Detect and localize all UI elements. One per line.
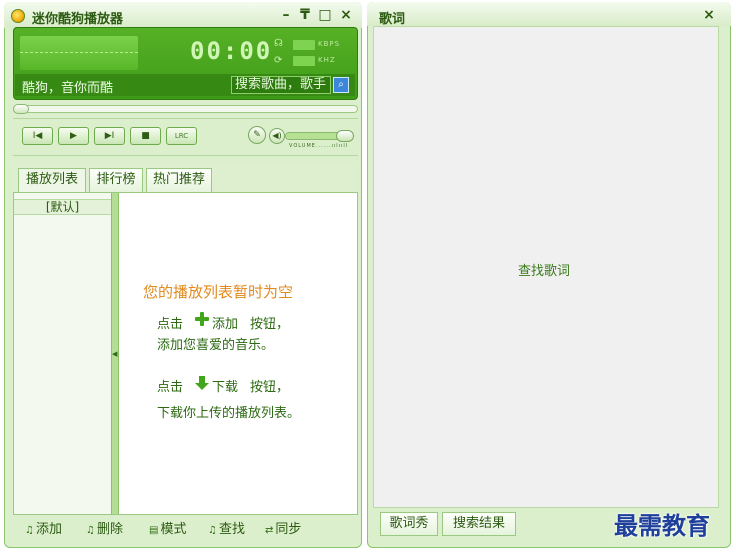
search-icon[interactable]: ⌕ [333, 77, 349, 93]
divider [13, 118, 358, 119]
delete-button[interactable]: ♫ 删除 [86, 518, 123, 537]
volume-icon[interactable]: ◀) [269, 128, 285, 144]
empty-playlist-title: 您的播放列表暂时为空 [143, 283, 294, 301]
khz-label: KHZ [318, 56, 336, 64]
volume-label: VOLUME......ıılııll [289, 143, 349, 149]
progress-handle[interactable] [13, 104, 29, 114]
hint-add-action: 添加 [212, 317, 239, 332]
hint-download-line2: 下载你上传的播放列表。 [157, 406, 301, 421]
repeat-icon: ⟳ [274, 55, 283, 66]
spectrum-visualizer [20, 36, 138, 70]
sync-button[interactable]: ⇄ 同步 [265, 518, 301, 537]
mode-button[interactable]: ▤ 模式 [149, 518, 186, 537]
watermark: 最需教育 [614, 511, 710, 540]
hint-add-suffix: 按钮， [250, 317, 290, 332]
minimize-icon[interactable]: – [279, 8, 293, 22]
pin-icon[interactable]: ₸ [298, 8, 312, 22]
mode-icon: ▤ [149, 525, 159, 536]
app-title: 迷你酷狗播放器 [32, 12, 124, 27]
playlist-group-item[interactable]: [默认] [14, 199, 111, 215]
hint-download-suffix: 按钮， [250, 380, 290, 395]
divider [13, 155, 358, 156]
delete-song-icon: ♫ [86, 525, 95, 536]
kugou-logo-icon [11, 9, 25, 23]
find-icon: ♫ [208, 525, 217, 536]
kbps-label: KBPS [318, 40, 341, 48]
previous-button[interactable]: I◀ [22, 127, 53, 145]
add-button[interactable]: ♫ 添加 [25, 518, 62, 537]
close-icon[interactable]: × [702, 8, 716, 22]
khz-indicator [293, 56, 315, 66]
progress-track[interactable] [13, 105, 358, 113]
tab-playlist[interactable]: 播放列表 [18, 168, 86, 192]
add-icon [195, 312, 209, 326]
tab-lyric-show[interactable]: 歌词秀 [380, 512, 438, 536]
playlist-groups [14, 193, 111, 514]
next-button[interactable]: ▶I [94, 127, 125, 145]
hint-add-prefix: 点击 [157, 317, 184, 332]
hint-add-line2: 添加您喜爱的音乐。 [157, 338, 275, 353]
volume-handle[interactable] [336, 130, 354, 142]
song-search-input[interactable]: 搜索歌曲，歌手 [231, 76, 331, 94]
lyrics-toggle-button[interactable]: LRC [166, 127, 197, 145]
stop-button[interactable]: ■ [130, 127, 161, 145]
collapse-arrow-icon[interactable]: ◀ [112, 350, 117, 358]
headphones-icon: ☊ [274, 38, 283, 49]
hint-download-prefix: 点击 [157, 380, 184, 395]
lyric-window-title: 歌词 [379, 12, 406, 27]
tab-recommend[interactable]: 热门推荐 [146, 168, 212, 192]
kbps-indicator [293, 40, 315, 50]
download-icon [195, 376, 209, 390]
sync-icon: ⇄ [265, 525, 274, 536]
play-button[interactable]: ▶ [58, 127, 89, 145]
find-lyrics-link[interactable]: 查找歌词 [518, 260, 570, 279]
time-display: 00:00 [190, 37, 273, 65]
track-info-text: 酷狗，音你而酷 [22, 81, 114, 96]
close-icon[interactable]: × [339, 8, 353, 22]
hint-download-action: 下载 [212, 380, 239, 395]
add-song-icon: ♫ [25, 525, 34, 536]
pen-icon[interactable]: ✎ [248, 126, 266, 144]
tab-search-results[interactable]: 搜索结果 [442, 512, 516, 536]
lyric-titlebar[interactable] [367, 2, 731, 26]
find-button[interactable]: ♫ 查找 [208, 518, 245, 537]
tab-charts[interactable]: 排行榜 [89, 168, 143, 192]
maximize-icon[interactable]: □ [318, 8, 332, 22]
